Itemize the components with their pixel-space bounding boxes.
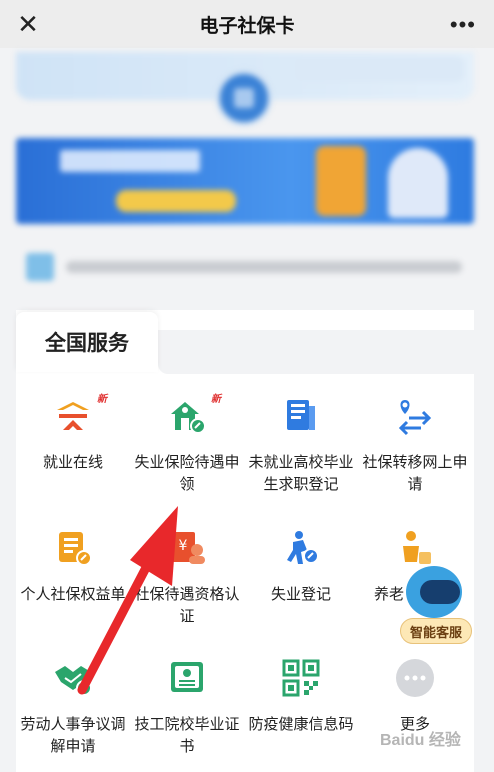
unemployment-insurance-icon: 新 (167, 394, 221, 436)
section-title: 全国服务 (45, 332, 129, 355)
new-badge: 新 (211, 394, 221, 405)
tab-strip (158, 330, 474, 374)
service-label: 未就业高校毕业生求职登记 (248, 454, 354, 493)
service-technical-certificate[interactable]: 技工院校毕业证书 (130, 658, 244, 758)
dispute-mediation-icon (53, 658, 93, 698)
service-rights-statement[interactable]: 个人社保权益单 (16, 528, 130, 606)
graduate-registration-icon (281, 396, 321, 436)
notice-bar[interactable] (16, 246, 474, 288)
qualification-icon: ¥ (167, 528, 207, 568)
rights-statement-icon (53, 528, 93, 568)
service-label: 劳动人事争议调解申请 (20, 716, 126, 755)
robot-icon (406, 566, 462, 618)
service-employment-online[interactable]: 新 就业在线 (16, 394, 130, 474)
more-icon[interactable]: ••• (450, 12, 476, 38)
close-icon[interactable]: ✕ (14, 9, 42, 39)
tab-national-services[interactable]: 全国服务 (16, 312, 158, 372)
title-bar: ✕ 电子社保卡 ••• (0, 0, 494, 48)
service-dispute-mediation[interactable]: 劳动人事争议调解申请 (16, 658, 130, 758)
service-health-code[interactable]: 防疫健康信息码 (244, 658, 358, 736)
new-badge: 新 (97, 394, 107, 405)
service-label: 社保待遇资格认证 (134, 586, 240, 625)
svg-text:¥: ¥ (179, 538, 188, 554)
service-label: 失业保险待遇申领 (134, 454, 240, 493)
service-label: 失业登记 (270, 586, 331, 603)
service-more[interactable]: 更多 (358, 658, 472, 736)
certificate-icon (167, 658, 207, 698)
service-label: 防疫健康信息码 (248, 716, 354, 733)
smart-assistant-label: 智能客服 (400, 618, 472, 644)
service-unemployment-registration[interactable]: 失业登记 (244, 528, 358, 606)
service-qualification-auth[interactable]: ¥ 社保待遇资格认证 (130, 528, 244, 628)
smart-assistant-button[interactable]: 智能客服 (400, 566, 472, 650)
card-logo (216, 70, 272, 126)
service-graduate-registration[interactable]: 未就业高校毕业生求职登记 (244, 396, 358, 496)
service-label: 技工院校毕业证书 (134, 716, 240, 755)
service-label: 社保转移网上申请 (362, 454, 468, 493)
service-unemployment-insurance[interactable]: 新 失业保险待遇申领 (130, 394, 244, 496)
transfer-icon (395, 396, 435, 436)
service-label: 个人社保权益单 (20, 586, 126, 603)
pension-icon (395, 528, 435, 568)
watermark: Baidu 经验 (380, 732, 461, 749)
more-dots-icon (395, 658, 435, 698)
promo-banner[interactable] (16, 138, 474, 224)
page-title: 电子社保卡 (199, 15, 295, 37)
service-transfer-online[interactable]: 社保转移网上申请 (358, 396, 472, 496)
notice-icon (26, 253, 54, 281)
employment-icon: 新 (53, 394, 107, 436)
service-label: 就业在线 (42, 454, 103, 471)
qr-code-icon (281, 658, 321, 698)
unemployment-registration-icon (281, 528, 321, 568)
